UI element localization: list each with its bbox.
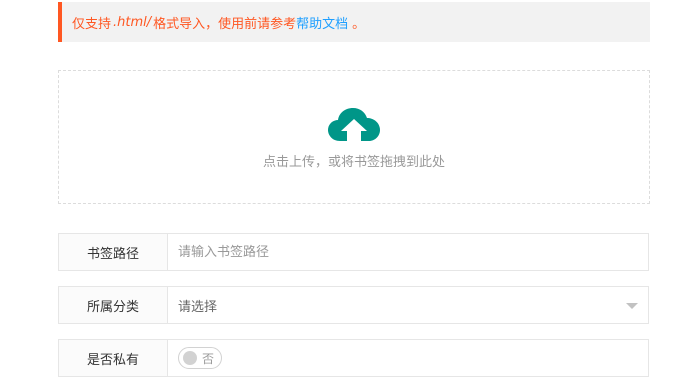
notice-format: .html/ [113,14,152,30]
bookmark-path-label: 书签路径 [58,233,168,271]
bookmark-path-field-wrap [168,233,649,271]
toggle-text: 否 [202,351,215,366]
bookmark-path-row: 书签路径 [58,233,649,271]
notice-suffix: 。 [352,16,366,32]
category-row: 所属分类 请选择 [58,286,649,324]
toggle-knob [183,351,197,365]
upload-hint: 点击上传，或将书签拖拽到此处 [262,154,445,170]
bookmark-path-input[interactable] [178,234,648,270]
private-row: 是否私有 否 [58,339,649,377]
notice-middle: 格式导入，使用前请参考 [153,16,297,32]
private-switch-wrap: 否 [168,339,649,377]
category-select[interactable]: 请选择 [168,286,649,324]
cloud-upload-icon [328,107,380,141]
upload-dropzone[interactable]: 点击上传，或将书签拖拽到此处 [58,70,650,204]
help-doc-link[interactable]: 帮助文档 [296,13,348,32]
import-notice: 仅支持 .html/ 格式导入，使用前请参考 帮助文档 。 [58,2,650,42]
category-select-value: 请选择 [178,299,218,315]
category-label: 所属分类 [58,286,168,324]
notice-prefix: 仅支持 [72,16,112,32]
private-label: 是否私有 [58,339,168,377]
chevron-down-icon [626,303,638,309]
